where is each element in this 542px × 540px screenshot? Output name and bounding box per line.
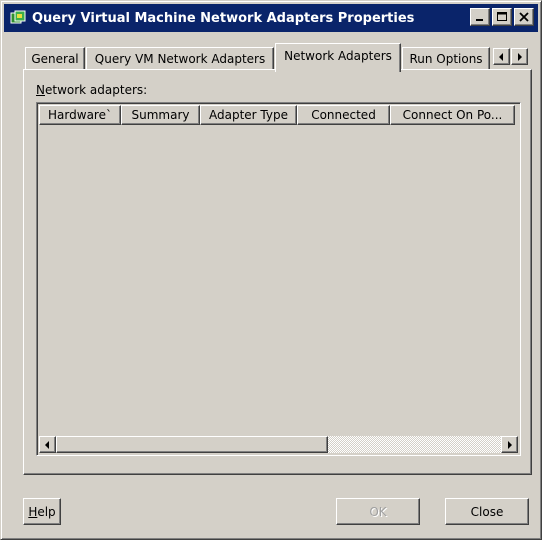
scroll-right-button[interactable] [501,436,518,453]
list-header: Hardware` Summary Adapter Type Connected… [39,105,515,125]
scroll-left-button[interactable] [39,436,56,453]
tab-scroll-right-button[interactable] [511,48,528,65]
column-header-summary[interactable]: Summary [121,105,200,125]
column-header-connect-on-power[interactable]: Connect On Po... [390,105,515,125]
arrow-right-icon [507,440,512,449]
tab-scroll-left-button[interactable] [493,48,510,65]
arrow-right-icon [517,52,522,61]
tab-label: Run Options [409,51,483,66]
horizontal-scrollbar[interactable] [39,436,518,453]
label-accelerator: N [36,83,45,97]
tab-strip: General Query VM Network Adapters Networ… [25,43,535,72]
tab-label: Query VM Network Adapters [94,51,266,66]
tab-query-vm-network-adapters[interactable]: Query VM Network Adapters [86,47,274,69]
close-button[interactable] [514,8,534,26]
label-text: etwork adapters: [44,83,148,97]
column-header-adapter-type[interactable]: Adapter Type [200,105,297,125]
network-adapters-list[interactable]: Hardware` Summary Adapter Type Connected… [36,102,521,456]
column-header-hardware[interactable]: Hardware` [39,105,121,125]
arrow-left-icon [44,440,49,449]
column-header-connected[interactable]: Connected [297,105,390,125]
help-button[interactable]: Help [23,498,61,525]
maximize-icon [497,12,507,21]
arrow-left-icon [498,52,503,61]
maximize-button[interactable] [492,8,512,26]
properties-window: Query Virtual Machine Network Adapters P… [0,0,542,540]
app-icon [10,10,26,26]
close-icon [519,12,529,22]
help-label: elp [37,504,56,519]
tab-general[interactable]: General [25,47,85,69]
tab-label: Network Adapters [284,49,392,63]
minimize-icon [476,19,483,21]
ok-button[interactable]: OK [336,498,420,525]
tab-run-options[interactable]: Run Options [402,47,490,69]
close-dialog-button[interactable]: Close [445,498,529,525]
tab-network-adapters[interactable]: Network Adapters [275,43,401,72]
window-title: Query Virtual Machine Network Adapters P… [32,10,415,26]
tab-panel: Network adapters: Hardware` Summary Adap… [23,69,532,475]
tab-label: General [31,51,79,66]
help-accelerator: H [28,504,38,519]
title-bar[interactable]: Query Virtual Machine Network Adapters P… [4,4,538,32]
network-adapters-label: Network adapters: [36,83,147,97]
title-buttons [468,8,534,26]
minimize-button[interactable] [470,8,490,26]
scrollbar-thumb[interactable] [56,436,328,453]
